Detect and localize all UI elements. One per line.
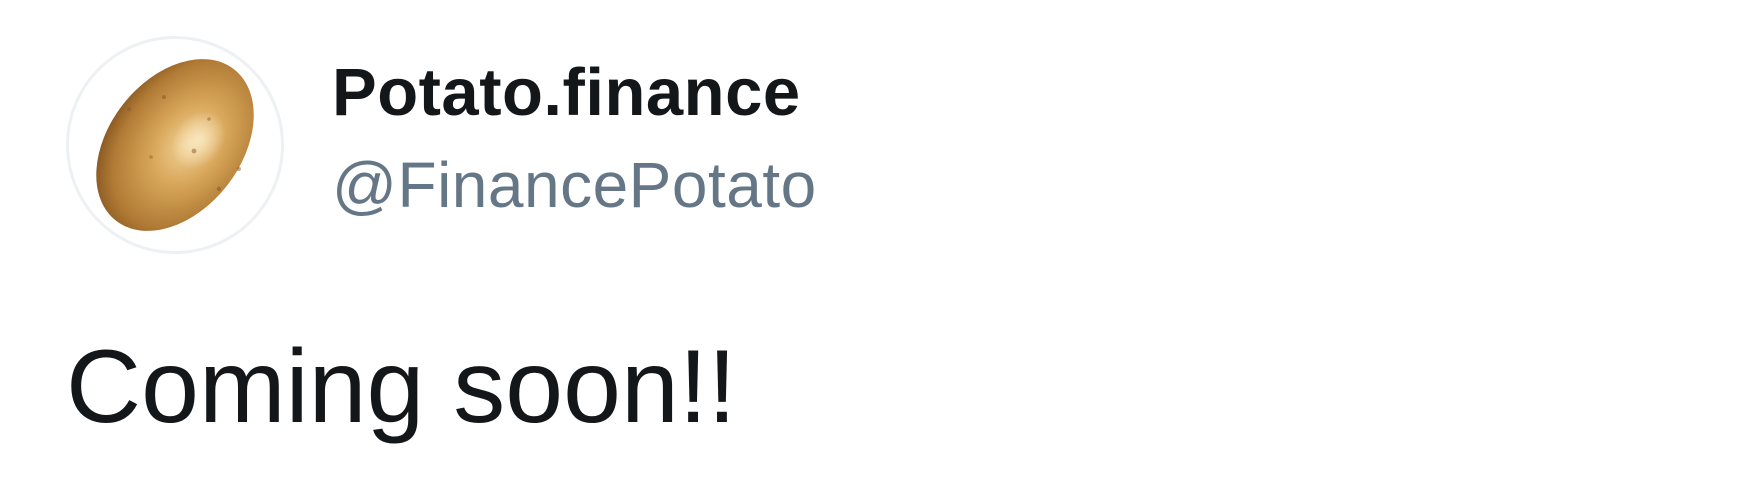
- tweet-text: Coming soon!!: [66, 329, 737, 445]
- potato-icon: [96, 59, 254, 231]
- author-handle[interactable]: @FinancePotato: [332, 150, 817, 221]
- author-display-name[interactable]: Potato.finance: [332, 56, 801, 130]
- avatar[interactable]: [66, 36, 284, 254]
- tweet-card: Potato.finance @FinancePotato Coming soo…: [0, 0, 1742, 504]
